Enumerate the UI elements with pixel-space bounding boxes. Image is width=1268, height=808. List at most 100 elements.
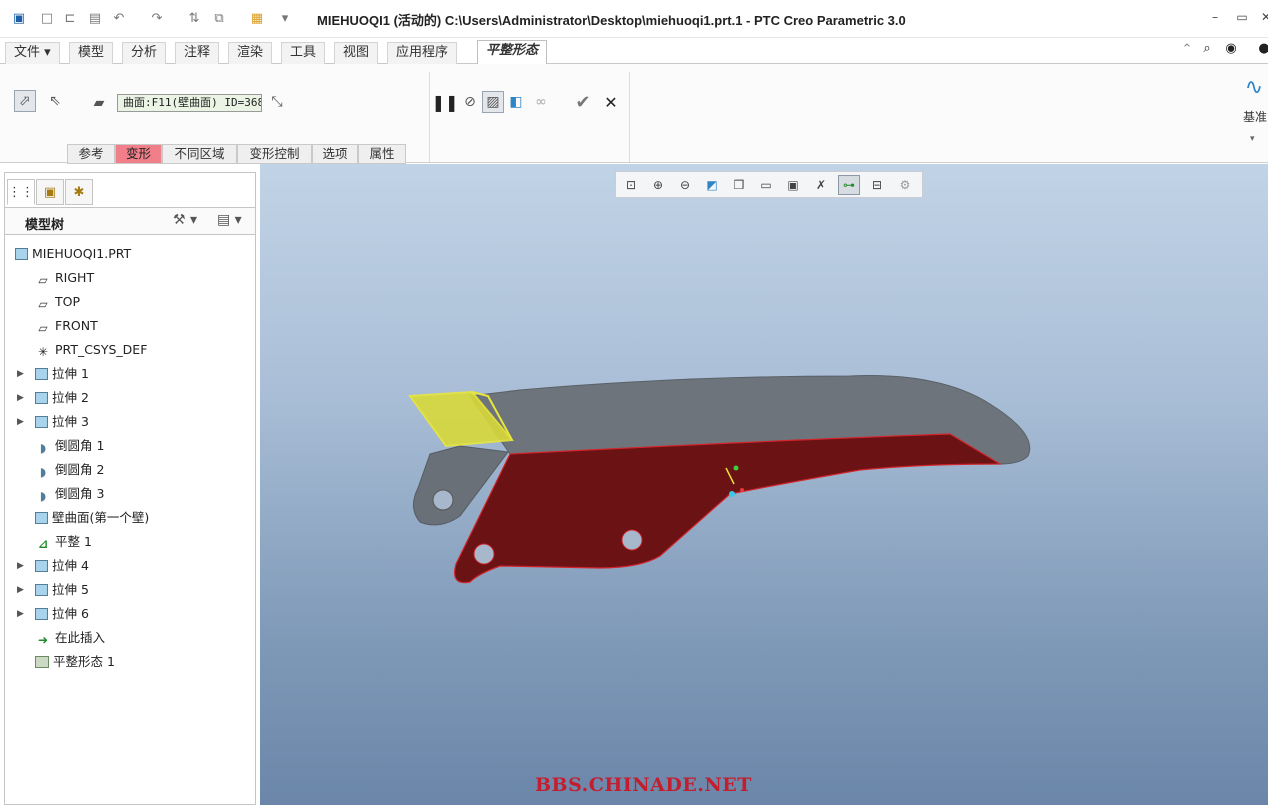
close-window-icon[interactable]: ▦ <box>248 9 266 27</box>
close-icon[interactable]: ✕ <box>1258 10 1268 26</box>
tree-item[interactable]: ▶ 拉伸 4 <box>17 555 89 577</box>
expand-arrow-icon[interactable]: ▶ <box>17 363 24 385</box>
graphics-viewport[interactable] <box>260 164 1268 805</box>
tree-item[interactable]: ▶ 拉伸 5 <box>17 579 89 601</box>
tree-item[interactable]: ➜ 在此插入 <box>35 627 105 649</box>
tree-item[interactable]: 壁曲面(第一个壁) <box>35 507 149 529</box>
expand-arrow-icon[interactable]: ▶ <box>17 579 24 601</box>
datum-label[interactable]: 基准 <box>1243 108 1267 125</box>
search-icon[interactable]: ⌕ <box>1198 39 1216 57</box>
folder-browser-tab-icon[interactable]: ▣ <box>36 179 64 205</box>
select-geometry-icon[interactable]: ⬀ <box>14 90 36 112</box>
expand-arrow-icon[interactable]: ▶ <box>17 603 24 625</box>
tree-item[interactable]: ▱ TOP <box>35 291 80 313</box>
title-bar: ▣ □ ⊏ ▤ ↶ ↷ ⇅ ⧉ ▦ ▾ MIEHUOQI1 (活动的) C:\U… <box>0 0 1268 38</box>
extrude-icon <box>35 608 48 620</box>
help-icon[interactable]: ● <box>1255 39 1268 57</box>
tab-applications[interactable]: 应用程序 <box>387 42 458 64</box>
minimize-icon[interactable]: – <box>1207 10 1223 26</box>
tree-item[interactable]: ▶ 拉伸 3 <box>17 411 89 433</box>
save-icon[interactable]: ▤ <box>86 9 104 27</box>
tree-item[interactable]: ▱ FRONT <box>35 315 97 337</box>
subtab-deform-control[interactable]: 变形控制 <box>237 144 312 164</box>
select-pointer-icon[interactable]: ⇖ <box>44 90 66 112</box>
repaint-icon[interactable]: ◩ <box>701 175 723 195</box>
ok-check-icon[interactable]: ✔ <box>572 91 594 113</box>
datum-plane-icon: ▱ <box>38 321 48 335</box>
model-graphics[interactable] <box>260 164 1268 805</box>
datum-icon[interactable]: ∿ <box>1240 72 1268 102</box>
tree-item[interactable]: ▱ RIGHT <box>35 267 94 289</box>
regenerate-icon[interactable]: ⇅ <box>185 9 203 27</box>
datum-display-icon[interactable]: ✗ <box>810 175 832 195</box>
tree-item[interactable]: 平整形态 1 <box>35 651 115 673</box>
expand-arrow-icon[interactable]: ▶ <box>17 411 24 433</box>
view-manager-icon[interactable]: ▣ <box>782 175 804 195</box>
collapse-ribbon-icon[interactable]: ⌃ <box>1178 40 1196 58</box>
zoom-out-icon[interactable]: ⊖ <box>674 175 696 195</box>
subtab-different-regions[interactable]: 不同区域 <box>162 144 237 164</box>
graphics-toolbar: ⊡ ⊕ ⊖ ◩ ❒ ▭ ▣ ✗ ⊶ ⊟ ⚙ <box>615 171 923 198</box>
app-icon[interactable]: ▣ <box>10 9 28 27</box>
tab-tools[interactable]: 工具 <box>281 42 326 64</box>
cancel-x-icon[interactable]: ✕ <box>600 91 622 113</box>
annotation-display-icon[interactable]: ⊟ <box>866 175 888 195</box>
tree-item[interactable]: ▶ 拉伸 6 <box>17 603 89 625</box>
tab-view[interactable]: 视图 <box>334 42 379 64</box>
surface-reference-field[interactable]: 曲面:F11(壁曲面) ID=368 <box>117 94 262 112</box>
tree-item[interactable]: MIEHUOQI1.PRT <box>15 243 131 265</box>
favorites-tab-icon[interactable]: ✱ <box>65 179 93 205</box>
pause-icon[interactable]: ❚❚ <box>432 91 459 113</box>
zoom-in-icon[interactable]: ⊕ <box>647 175 669 195</box>
insert-arrow-icon: ➜ <box>37 633 49 647</box>
redo-icon[interactable]: ↷ <box>148 9 166 27</box>
new-icon[interactable]: □ <box>38 9 56 27</box>
tab-flat-state[interactable]: 平整形态 <box>477 40 548 64</box>
expand-arrow-icon[interactable]: ▶ <box>17 555 24 577</box>
surface-select-icon[interactable]: ▰ <box>88 92 110 114</box>
ribbon-panel: ⬀ ⇖ ▰ 曲面:F11(壁曲面) ID=368 ⤡ 参考 变形 不同区域 变形… <box>0 64 1268 164</box>
tree-item[interactable]: ◗ 倒圆角 2 <box>35 459 105 481</box>
tree-item[interactable]: ✳ PRT_CSYS_DEF <box>35 339 147 361</box>
tab-analysis[interactable]: 分析 <box>122 42 167 64</box>
tree-item[interactable]: ▶ 拉伸 1 <box>17 363 89 385</box>
datum-plane-icon: ▱ <box>38 273 48 287</box>
subtab-properties[interactable]: 属性 <box>358 144 406 164</box>
dynamic-preview-icon[interactable]: ◧ <box>505 91 527 113</box>
verify-icon[interactable]: ∞ <box>530 91 552 113</box>
display-style-icon[interactable]: ❒ <box>728 175 750 195</box>
tab-render[interactable]: 渲染 <box>228 42 273 64</box>
csys-icon: ✳ <box>37 345 49 359</box>
model-tree-panel: ⋮⋮ ▣ ✱ 模型树 ⚒ ▾ ▤ ▾ MIEHUOQI1.PRT ▱ RIGHT … <box>4 172 256 805</box>
datum-dropdown-icon[interactable]: ▾ <box>1250 134 1255 144</box>
saved-views-icon[interactable]: ▭ <box>755 175 777 195</box>
tree-item[interactable]: ◗ 倒圆角 3 <box>35 483 105 505</box>
undo-icon[interactable]: ↶ <box>110 9 128 27</box>
tree-item[interactable]: ◗ 倒圆角 1 <box>35 435 105 457</box>
tree-item[interactable]: ⊿ 平整 1 <box>35 531 92 553</box>
no-preview-icon[interactable]: ⊘ <box>459 91 481 113</box>
show-icon[interactable]: ▤ ▾ <box>217 212 242 228</box>
tab-model[interactable]: 模型 <box>69 42 114 64</box>
tab-file[interactable]: 文件 ▾ <box>5 42 60 64</box>
open-icon[interactable]: ⊏ <box>61 9 79 27</box>
subtab-options[interactable]: 选项 <box>312 144 358 164</box>
refit-icon[interactable]: ⊡ <box>620 175 642 195</box>
customize-icon[interactable]: ▾ <box>276 9 294 27</box>
expand-arrow-icon[interactable]: ▶ <box>17 387 24 409</box>
tree-settings-icon[interactable]: ⚒ ▾ <box>173 212 197 228</box>
flip-direction-icon[interactable]: ⤡ <box>266 91 288 113</box>
spin-center-icon[interactable]: ⊶ <box>838 175 860 195</box>
help-center-icon[interactable]: ◉ <box>1222 39 1240 57</box>
restore-icon[interactable]: ▭ <box>1234 10 1250 26</box>
subtab-deform[interactable]: 变形 <box>115 144 162 164</box>
subtab-references[interactable]: 参考 <box>67 144 115 164</box>
flattened-surface[interactable] <box>454 433 1003 584</box>
static-preview-icon[interactable]: ▨ <box>482 91 504 113</box>
tab-annotate[interactable]: 注释 <box>175 42 220 64</box>
tree-item[interactable]: ▶ 拉伸 2 <box>17 387 89 409</box>
appearance-icon[interactable]: ⚙ <box>894 175 916 195</box>
model-tree-tab-icon[interactable]: ⋮⋮ <box>7 179 35 205</box>
extrude-icon <box>35 368 48 380</box>
windows-icon[interactable]: ⧉ <box>210 9 228 27</box>
